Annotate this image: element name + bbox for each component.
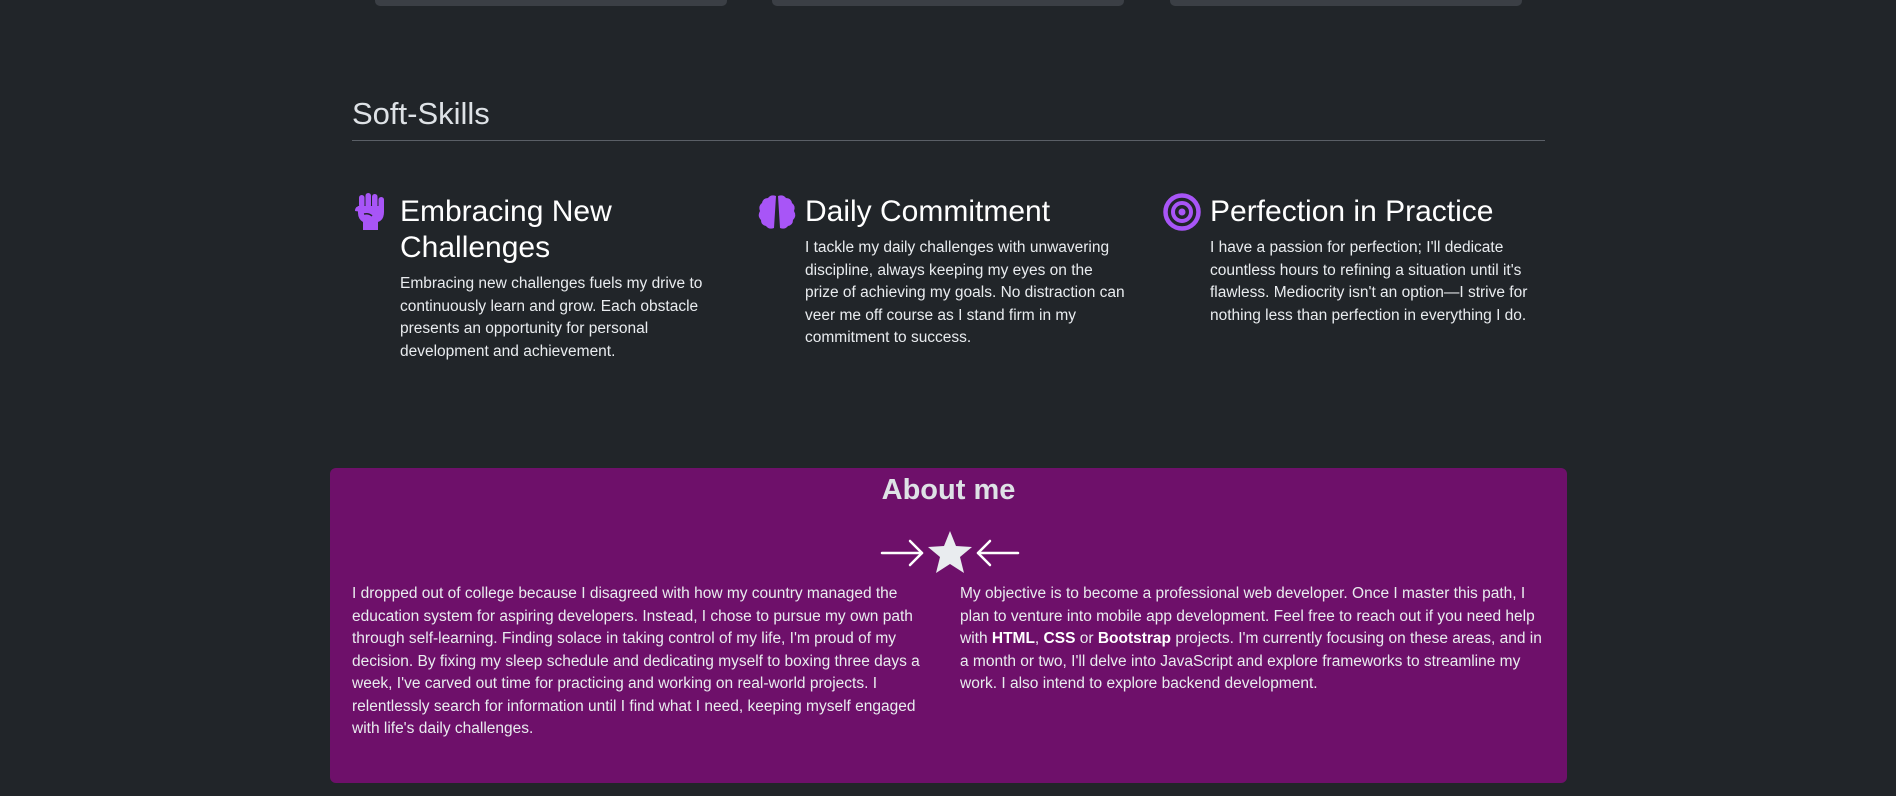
bootstrap-skill-label: Bootstrap: [1097, 630, 1172, 647]
soft-skills-divider: [352, 140, 1545, 141]
about-me-heading: About me: [881, 474, 1016, 506]
about-left-paragraph: I dropped out of college because I disag…: [352, 585, 920, 737]
raised-fist-icon: [352, 192, 392, 232]
skill-description: I have a passion for perfection; I'll de…: [1210, 239, 1528, 324]
previous-section-card: [772, 0, 1124, 6]
skill-title: Perfection in Practice: [1210, 195, 1494, 228]
html-skill-label: HTML: [991, 630, 1035, 647]
star-icon: [928, 531, 972, 573]
brain-icon: [757, 192, 797, 232]
skill-title: Daily Commitment: [805, 195, 1051, 228]
skill-title: Embracing New Challenges: [400, 195, 612, 264]
previous-section-card: [375, 0, 727, 6]
previous-section-card: [1170, 0, 1522, 6]
about-right-paragraph: My objective is to become a professional…: [960, 585, 1542, 692]
skill-description: I tackle my daily challenges with unwave…: [805, 239, 1125, 346]
star-divider: [880, 528, 1020, 578]
skill-description: Embracing new challenges fuels my drive …: [400, 275, 703, 360]
about-me-section: About me I dropped out of college becaus…: [330, 468, 1567, 783]
css-skill-label: CSS: [1043, 630, 1076, 647]
bullseye-icon: [1162, 192, 1202, 232]
page: Soft-Skills Embracing New Challenges Emb…: [0, 0, 1896, 796]
soft-skills-heading: Soft-Skills: [352, 96, 490, 131]
